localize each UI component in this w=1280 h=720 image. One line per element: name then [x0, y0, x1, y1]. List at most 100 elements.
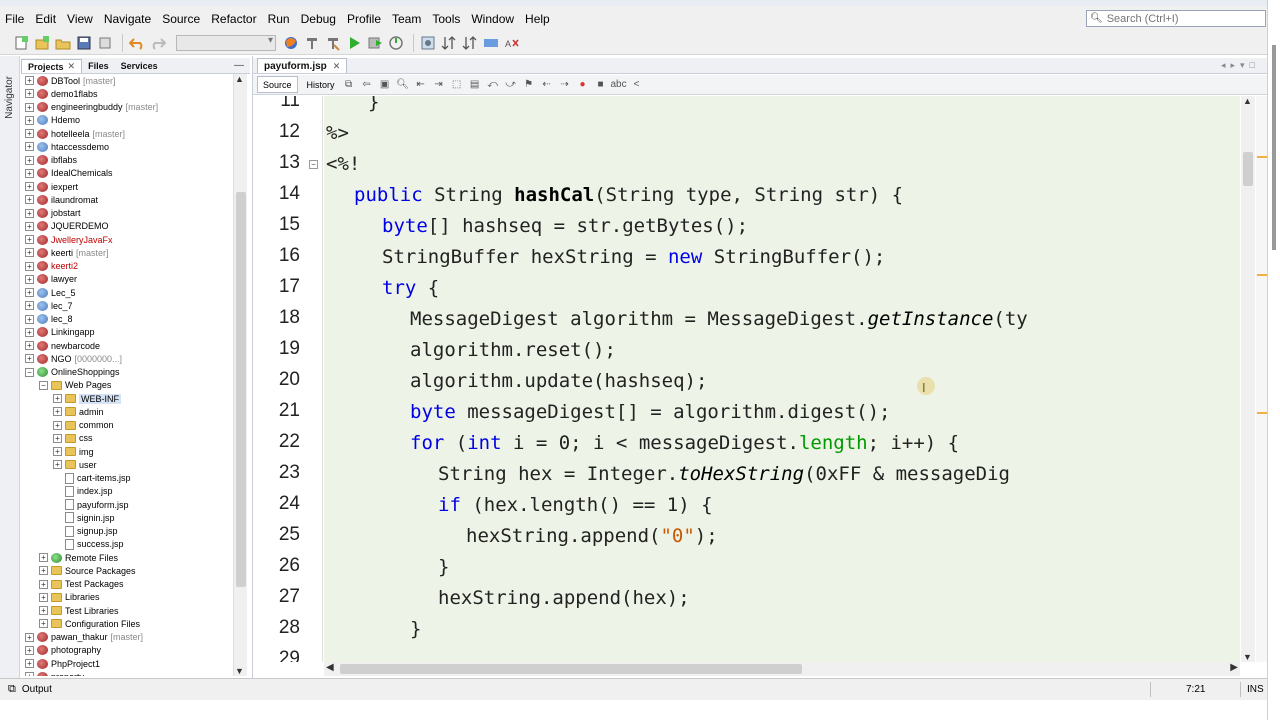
code-line[interactable]: }	[438, 553, 449, 581]
expand-icon[interactable]: +	[25, 261, 34, 271]
tab-navigation-icons[interactable]: ◂▸▾□	[1221, 60, 1260, 71]
expand-icon[interactable]: +	[25, 301, 34, 311]
tree-item[interactable]: + Configuration Files	[21, 617, 233, 630]
next-bookmark-icon[interactable]: ⤻	[504, 78, 518, 92]
menu-view[interactable]: View	[66, 12, 94, 26]
code-line[interactable]: byte[] hashseq = str.getBytes();	[382, 212, 748, 240]
expand-icon[interactable]: +	[25, 235, 34, 245]
expand-icon[interactable]: +	[39, 553, 48, 563]
scrollbar-thumb[interactable]	[340, 664, 802, 674]
close-icon[interactable]: ✕	[68, 61, 76, 72]
tree-item[interactable]: − OnlineShoppings	[21, 366, 233, 379]
find-icon[interactable]: 🔍︎	[396, 78, 410, 92]
expand-icon[interactable]: +	[25, 314, 34, 324]
menu-debug[interactable]: Debug	[300, 12, 337, 26]
menu-source[interactable]: Source	[161, 12, 201, 26]
last-edit-icon[interactable]: ⧉	[342, 78, 356, 92]
tree-item[interactable]: + PhpProject1	[21, 657, 233, 670]
editor-vertical-scrollbar[interactable]: ▲ ▼	[1241, 96, 1255, 662]
configuration-combo[interactable]	[176, 34, 276, 51]
tree-item[interactable]: + img	[21, 445, 233, 458]
expand-icon[interactable]: +	[53, 447, 62, 457]
tree-item[interactable]: + admin	[21, 405, 233, 418]
expand-icon[interactable]: +	[25, 89, 34, 99]
tree-item[interactable]: + Libraries	[21, 591, 233, 604]
tree-item[interactable]: + htaccessdemo	[21, 140, 233, 153]
expand-icon[interactable]: +	[25, 274, 34, 284]
expand-icon[interactable]: +	[25, 672, 34, 676]
tree-item[interactable]: + Test Libraries	[21, 604, 233, 617]
code-line[interactable]: try {	[382, 274, 439, 302]
save-all-icon[interactable]	[75, 34, 93, 52]
toggle-bookmark-icon[interactable]: ⚑	[522, 78, 536, 92]
code-line[interactable]: }	[368, 96, 379, 116]
expand-icon[interactable]: +	[25, 632, 34, 642]
fold-icon[interactable]: −	[309, 160, 318, 169]
error-mark[interactable]	[1257, 156, 1267, 158]
new-file-icon[interactable]	[12, 34, 30, 52]
minimize-icon[interactable]: —	[234, 60, 244, 71]
tree-item[interactable]: signup.jsp	[21, 525, 233, 538]
record-macro-icon[interactable]: ●	[576, 78, 590, 92]
tree-item[interactable]: success.jsp	[21, 538, 233, 551]
menu-help[interactable]: Help	[524, 12, 551, 26]
tree-item[interactable]: + IdealChemicals	[21, 167, 233, 180]
navigator-label[interactable]: Navigator	[4, 76, 15, 119]
expand-icon[interactable]: +	[39, 566, 48, 576]
search-input[interactable]	[1106, 12, 1257, 25]
navigator-strip[interactable]: Navigator	[0, 56, 20, 678]
settings-icon[interactable]	[419, 34, 437, 52]
comment-icon[interactable]: abc	[610, 78, 626, 92]
source-view-button[interactable]: Source	[257, 76, 298, 93]
tree-item[interactable]: + photography	[21, 644, 233, 657]
open-project-icon[interactable]	[54, 34, 72, 52]
project-tree-scrollbar[interactable]: ▲ ▼	[233, 74, 247, 676]
format-icon[interactable]	[482, 34, 500, 52]
expand-icon[interactable]: +	[25, 221, 34, 231]
tree-item[interactable]: + newbarcode	[21, 339, 233, 352]
code-line[interactable]: String hex = Integer.toHexString(0xFF & …	[438, 460, 1010, 488]
menu-refactor[interactable]: Refactor	[210, 12, 257, 26]
code-area[interactable]: I } %> <%! public String hashCal(String typ…	[324, 96, 1240, 662]
expand-icon[interactable]: +	[25, 129, 34, 139]
tree-item[interactable]: + WEB-INF	[21, 392, 233, 405]
menu-file[interactable]: File	[4, 12, 25, 26]
expand-icon[interactable]: +	[25, 142, 34, 152]
collapse-icon[interactable]: −	[39, 380, 48, 390]
expand-icon[interactable]: +	[25, 76, 34, 86]
scroll-right-icon[interactable]: ▶	[1230, 662, 1238, 673]
scroll-up-icon[interactable]: ▲	[235, 74, 244, 84]
tree-item[interactable]: cart-items.jsp	[21, 472, 233, 485]
expand-icon[interactable]: +	[25, 195, 34, 205]
tree-item[interactable]: + demo1flabs	[21, 87, 233, 100]
expand-icon[interactable]: +	[53, 420, 62, 430]
back-icon[interactable]: ⇦	[360, 78, 374, 92]
code-line[interactable]: algorithm.update(hashseq);	[410, 367, 707, 395]
close-project-icon[interactable]	[96, 34, 114, 52]
expand-icon[interactable]: +	[25, 182, 34, 192]
shift-left-icon[interactable]: ⇠	[540, 78, 554, 92]
run-icon[interactable]	[345, 34, 363, 52]
expand-icon[interactable]: +	[53, 407, 62, 417]
code-line[interactable]: for (int i = 0; i < messageDigest.length…	[410, 429, 959, 457]
code-line[interactable]: }	[410, 615, 421, 643]
tree-item[interactable]: + Source Packages	[21, 564, 233, 577]
toggle-highlight-icon[interactable]: ▤	[468, 78, 482, 92]
close-icon[interactable]: ✕	[333, 61, 341, 72]
tree-item[interactable]: + pawan_thakur [master]	[21, 631, 233, 644]
new-project-icon[interactable]	[33, 34, 51, 52]
expand-icon[interactable]: +	[25, 327, 34, 337]
tab-services[interactable]: Services	[115, 59, 164, 73]
expand-icon[interactable]: +	[53, 433, 62, 443]
profile-icon[interactable]	[387, 34, 405, 52]
tree-item[interactable]: + ilaundromat	[21, 193, 233, 206]
output-icon[interactable]: ⧉	[8, 683, 16, 696]
expand-icon[interactable]: +	[25, 155, 34, 165]
tree-item[interactable]: + JwelleryJavaFx	[21, 233, 233, 246]
tree-item[interactable]: + user	[21, 458, 233, 471]
shift-right-icon[interactable]: ⇢	[558, 78, 572, 92]
sort-icon[interactable]	[461, 34, 479, 52]
menu-profile[interactable]: Profile	[346, 12, 382, 26]
tree-item[interactable]: signin.jsp	[21, 511, 233, 524]
expand-icon[interactable]: +	[39, 619, 48, 629]
